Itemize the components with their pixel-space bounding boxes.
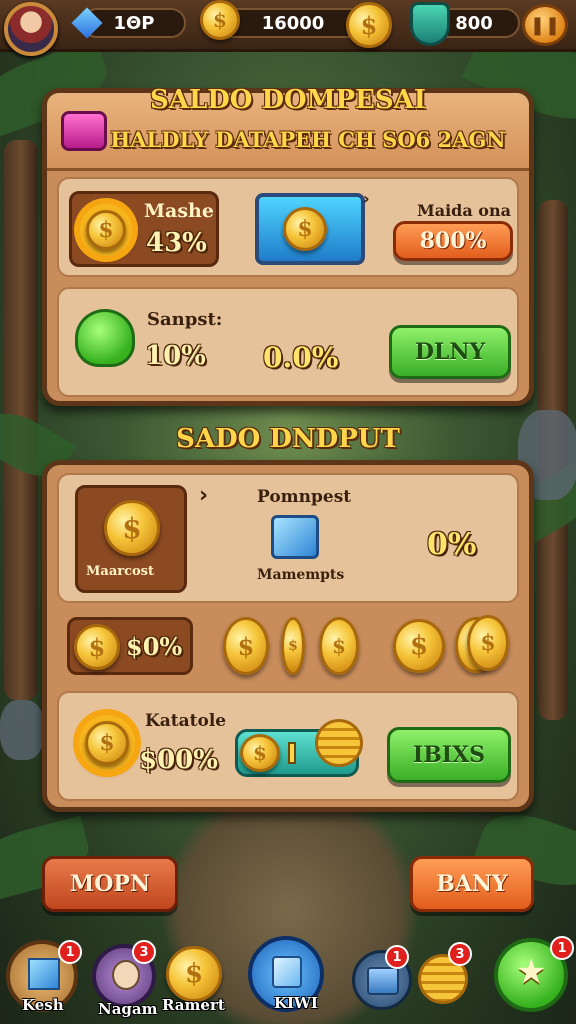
top-resource-bar: 1ΘP 16000 $ $ 800 ❚❚	[0, 0, 576, 56]
coin-add-icon[interactable]: $	[346, 2, 392, 48]
deposit-row-2: $ $0% $ $ $ $ $ $	[63, 613, 523, 683]
bonus-label: Mashe	[144, 200, 214, 222]
calculate-label: Katatole	[145, 711, 227, 731]
coin-value-box[interactable]: $ $0%	[67, 617, 193, 675]
max-label: Maida ona	[417, 201, 511, 220]
coin-icon: $	[166, 946, 222, 1002]
balance-row-2: Sanpst: 10% 0.0% DLNY	[57, 287, 519, 397]
coin-stack-icon	[315, 719, 363, 767]
arrow-right-icon: ›	[363, 189, 370, 208]
arrow-right-icon: ›	[199, 483, 209, 508]
gems-value: 1ΘP	[113, 12, 155, 34]
player-avatar[interactable]	[4, 2, 58, 56]
chest-icon	[367, 967, 399, 995]
coin-value: $0%	[126, 632, 183, 661]
shields-value: 800	[455, 12, 493, 34]
pause-button[interactable]: ❚❚	[522, 4, 568, 46]
shield-icon	[410, 2, 450, 46]
balance-panel-subtitle: HALDLY DATAPEH CH SO6 2AGN	[110, 127, 506, 152]
nav-kiwi[interactable]: KIWI	[248, 936, 324, 1012]
coin-icon: $	[85, 721, 129, 765]
coin-icon: $	[223, 617, 269, 675]
nav-ramert[interactable]: $ Ramert	[162, 944, 226, 1014]
coin-icon: $	[467, 615, 509, 671]
coin-icon: $	[104, 500, 160, 556]
coin-icon: $	[319, 617, 359, 675]
treasure-screen-icon[interactable]: $	[255, 193, 365, 265]
calculate-value: $00%	[139, 745, 218, 775]
nav-nagam[interactable]: 3 Nagam	[92, 940, 158, 1018]
mascot-label: Maarcost	[86, 564, 154, 579]
deposit-panel-title: SADO DNDPUT	[176, 424, 400, 454]
coin-icon: $	[240, 734, 280, 772]
coin-icon: $	[281, 617, 305, 675]
sample-label: Sanpst:	[147, 309, 223, 330]
coin-icon: $	[393, 619, 445, 673]
nav-label: KIWI	[274, 994, 318, 1012]
coin-icon: $	[86, 210, 126, 250]
bonus-value: 43%	[146, 228, 207, 258]
sample-mid-value: 0.0%	[263, 341, 339, 374]
nav-label: Ramert	[162, 996, 225, 1014]
deposit-row-1: $ Maarcost › Pomnpest Mamempts 0%	[57, 473, 519, 603]
max-button[interactable]: 800%	[393, 221, 513, 261]
bonus-box[interactable]: $ Mashe 43%	[69, 191, 219, 267]
nav-chest[interactable]: 1	[352, 945, 412, 1010]
daily-button[interactable]: DLNY	[389, 325, 511, 379]
star-icon: ★	[516, 952, 547, 992]
mascot-box[interactable]: $ Maarcost	[75, 485, 187, 593]
payment-value: 0%	[427, 527, 477, 562]
deposit-panel: $ Maarcost › Pomnpest Mamempts 0% $ $0% …	[42, 460, 534, 812]
coin-icon: $	[74, 624, 120, 670]
nav-badge: 1	[385, 945, 409, 969]
nav-kesh[interactable]: 1 Kesh	[6, 940, 82, 1014]
nav-badge: 1	[550, 936, 574, 960]
nav-label: Nagam	[98, 1000, 158, 1018]
slider-handle-icon[interactable]	[288, 742, 296, 764]
ibixs-button[interactable]: IBIXS	[387, 727, 511, 783]
deposit-row-3: $ Katatole $00% $ IBIXS	[57, 691, 519, 801]
blue-cube-icon	[272, 956, 302, 988]
nav-badge: 3	[132, 940, 156, 964]
bany-button[interactable]: BANY	[410, 856, 534, 912]
nav-coins[interactable]: 3	[418, 942, 474, 1008]
payment-label: Pomnpest	[257, 487, 352, 507]
green-slime-icon	[75, 309, 135, 367]
coin-icon: $	[283, 207, 327, 251]
balance-panel-title: SALDO DOMPESAI	[150, 85, 426, 115]
face-icon	[112, 960, 140, 990]
balance-row-1: $ Mashe 43% $ › Maida ona 800%	[57, 177, 519, 277]
cube-icon	[28, 958, 60, 990]
coins-value: 16000	[261, 12, 325, 34]
nav-label: Kesh	[22, 996, 64, 1014]
balance-panel: SALDO DOMPESAI HALDLY DATAPEH CH SO6 2AG…	[42, 85, 534, 406]
nav-star[interactable]: ★ 1	[494, 936, 574, 1012]
nav-badge: 3	[448, 942, 472, 966]
nav-badge: 1	[58, 940, 82, 964]
sample-value: 10%	[145, 341, 206, 371]
blue-cube-icon	[271, 515, 319, 559]
coin-icon: $	[200, 0, 240, 40]
payment-sub-label: Mamempts	[257, 567, 345, 583]
mopn-button[interactable]: MOPN	[42, 856, 178, 912]
